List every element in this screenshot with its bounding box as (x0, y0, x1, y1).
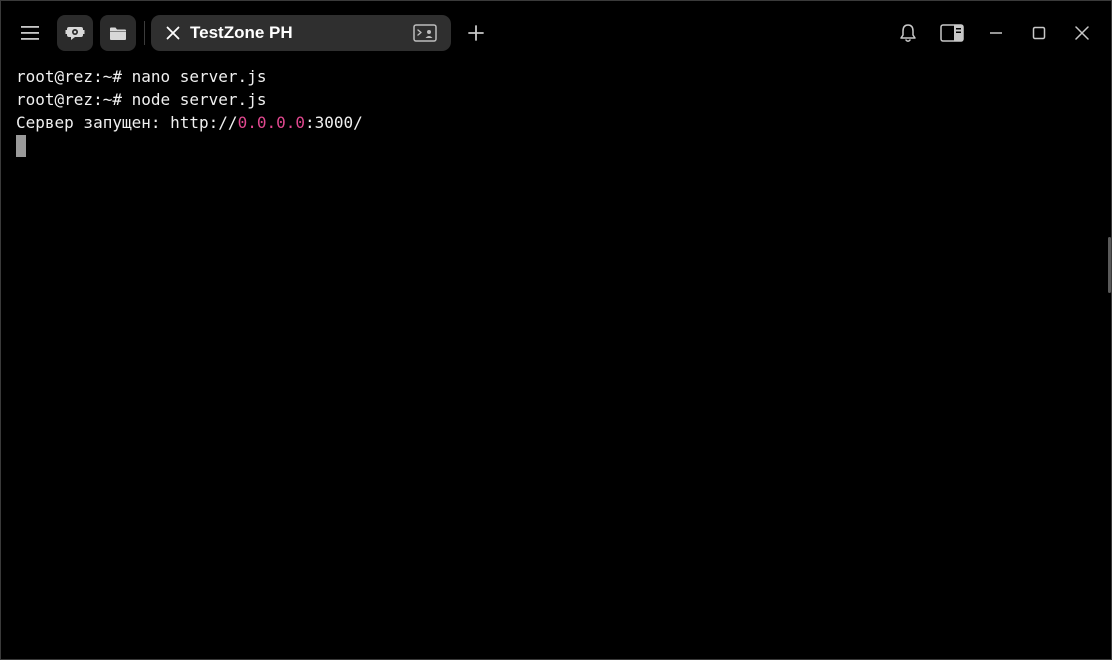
minimize-button[interactable] (979, 15, 1013, 51)
server-started-line: Сервер запущен: http://0.0.0.0:3000/ (16, 111, 1096, 134)
side-panel-icon (940, 24, 964, 42)
host-address: 0.0.0.0 (237, 113, 305, 132)
tab-testzone-ph[interactable]: TestZone PH (151, 15, 451, 51)
tab-title: TestZone PH (190, 23, 293, 42)
terminal-window: TestZone PH root@rez:~# nano server.js r… (0, 0, 1112, 660)
terminal-line: root@rez:~# nano server.js (16, 67, 267, 86)
maximize-icon (1032, 26, 1046, 40)
title-bar: TestZone PH (1, 1, 1111, 63)
bell-icon (900, 24, 916, 42)
text-cursor (16, 135, 26, 157)
tab-separator (144, 21, 145, 45)
minimize-icon (990, 32, 1002, 34)
menu-button[interactable] (11, 15, 49, 51)
output-prefix: Сервер запущен: http:// (16, 113, 238, 132)
tab-close-button[interactable] (159, 19, 187, 47)
folder-icon (110, 27, 126, 40)
notifications-button[interactable] (891, 15, 925, 51)
side-panel-button[interactable] (933, 15, 971, 51)
close-icon (1075, 26, 1089, 40)
close-window-button[interactable] (1065, 15, 1099, 51)
tab-terminal-button[interactable] (411, 20, 439, 46)
maximize-button[interactable] (1022, 15, 1056, 51)
prompt-line (16, 134, 1096, 157)
scrollbar[interactable] (1108, 237, 1111, 293)
hamburger-menu-icon (21, 26, 39, 40)
output-suffix: :3000/ (305, 113, 363, 132)
ai-assistant-button[interactable] (57, 15, 93, 51)
close-icon (166, 26, 180, 40)
terminal-line: root@rez:~# node server.js (16, 90, 267, 109)
file-browser-button[interactable] (100, 15, 136, 51)
plus-icon (468, 25, 484, 41)
terminal-icon (413, 24, 437, 42)
terminal-output[interactable]: root@rez:~# nano server.js root@rez:~# n… (16, 65, 1096, 645)
ai-assistant-icon (65, 27, 85, 40)
new-tab-button[interactable] (459, 15, 493, 51)
